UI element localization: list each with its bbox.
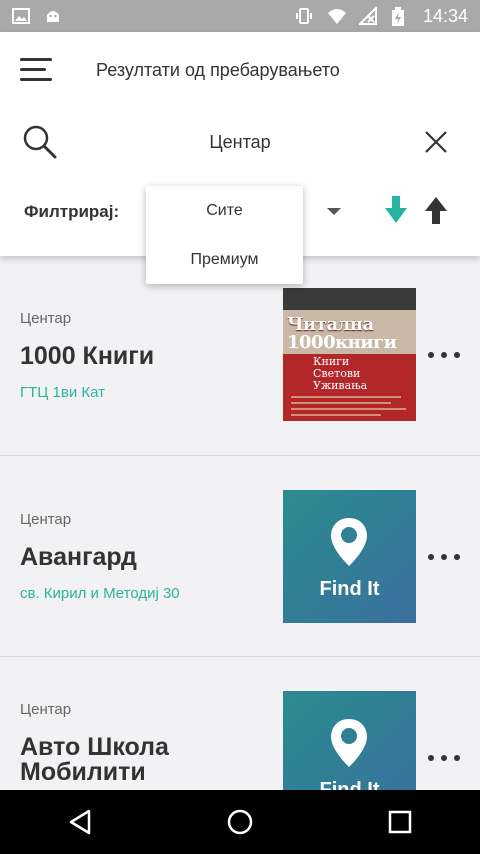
chevron-down-icon[interactable] <box>327 208 341 215</box>
thumb-text: 1000книги <box>287 332 397 353</box>
item-thumbnail: Читална 1000книги Книги Светови Уживања <box>283 288 416 421</box>
list-item[interactable]: Центар 1000 Книги ГТЦ 1ви Кат Читална 10… <box>0 256 480 456</box>
thumb-text: Find It <box>319 578 380 600</box>
thumb-text: Уживања <box>313 379 368 392</box>
thumb-text: Find It <box>319 779 380 790</box>
clock: 14:34 <box>422 5 468 26</box>
sort-descending-icon[interactable] <box>385 196 407 224</box>
dropdown-option-all[interactable]: Сите <box>146 186 303 235</box>
item-thumbnail: Find It <box>283 691 416 790</box>
filter-dropdown-menu: Сите Премиум <box>146 186 303 284</box>
item-name: Авто Школа Мобилити <box>20 733 169 786</box>
close-icon[interactable] <box>424 130 448 154</box>
item-category: Центар <box>20 701 72 718</box>
more-options-icon[interactable] <box>428 350 468 360</box>
recents-icon[interactable] <box>384 806 416 838</box>
dropdown-option-premium[interactable]: Премиум <box>146 235 303 284</box>
location-pin-icon <box>331 518 367 566</box>
item-thumbnail: Find It <box>283 490 416 623</box>
item-category: Центар <box>20 511 72 528</box>
wifi-icon <box>327 7 346 25</box>
sort-ascending-icon[interactable] <box>425 196 447 224</box>
item-address[interactable]: ГТЦ 1ви Кат <box>20 384 105 401</box>
results-list: Центар 1000 Книги ГТЦ 1ви Кат Читална 10… <box>0 256 480 790</box>
no-signal-icon <box>357 5 377 25</box>
item-category: Центар <box>20 310 72 327</box>
item-name: Авангард <box>20 543 137 571</box>
item-address[interactable]: св. Кирил и Методиј 30 <box>20 585 180 602</box>
list-item[interactable]: Центар Авангард св. Кирил и Методиј 30 F… <box>0 457 480 657</box>
android-notification-icon <box>44 7 62 25</box>
search-input[interactable]: Центар <box>0 132 480 153</box>
filter-label: Филтрирај: <box>24 202 120 221</box>
location-pin-icon <box>331 719 367 767</box>
item-name: 1000 Книги <box>20 342 155 370</box>
status-bar: 14:34 <box>0 0 480 32</box>
home-icon[interactable] <box>224 806 256 838</box>
battery-charging-icon <box>391 7 409 26</box>
more-options-icon[interactable] <box>428 753 468 763</box>
image-notification-icon <box>12 7 30 25</box>
list-item[interactable]: Центар Авто Школа Мобилити Find It <box>0 658 480 790</box>
more-options-icon[interactable] <box>428 552 468 562</box>
vibrate-icon <box>295 7 313 25</box>
navigation-bar <box>0 790 480 854</box>
back-icon[interactable] <box>64 806 96 838</box>
menu-icon[interactable] <box>20 56 54 86</box>
page-title: Резултати од пребарувањето <box>96 60 340 80</box>
